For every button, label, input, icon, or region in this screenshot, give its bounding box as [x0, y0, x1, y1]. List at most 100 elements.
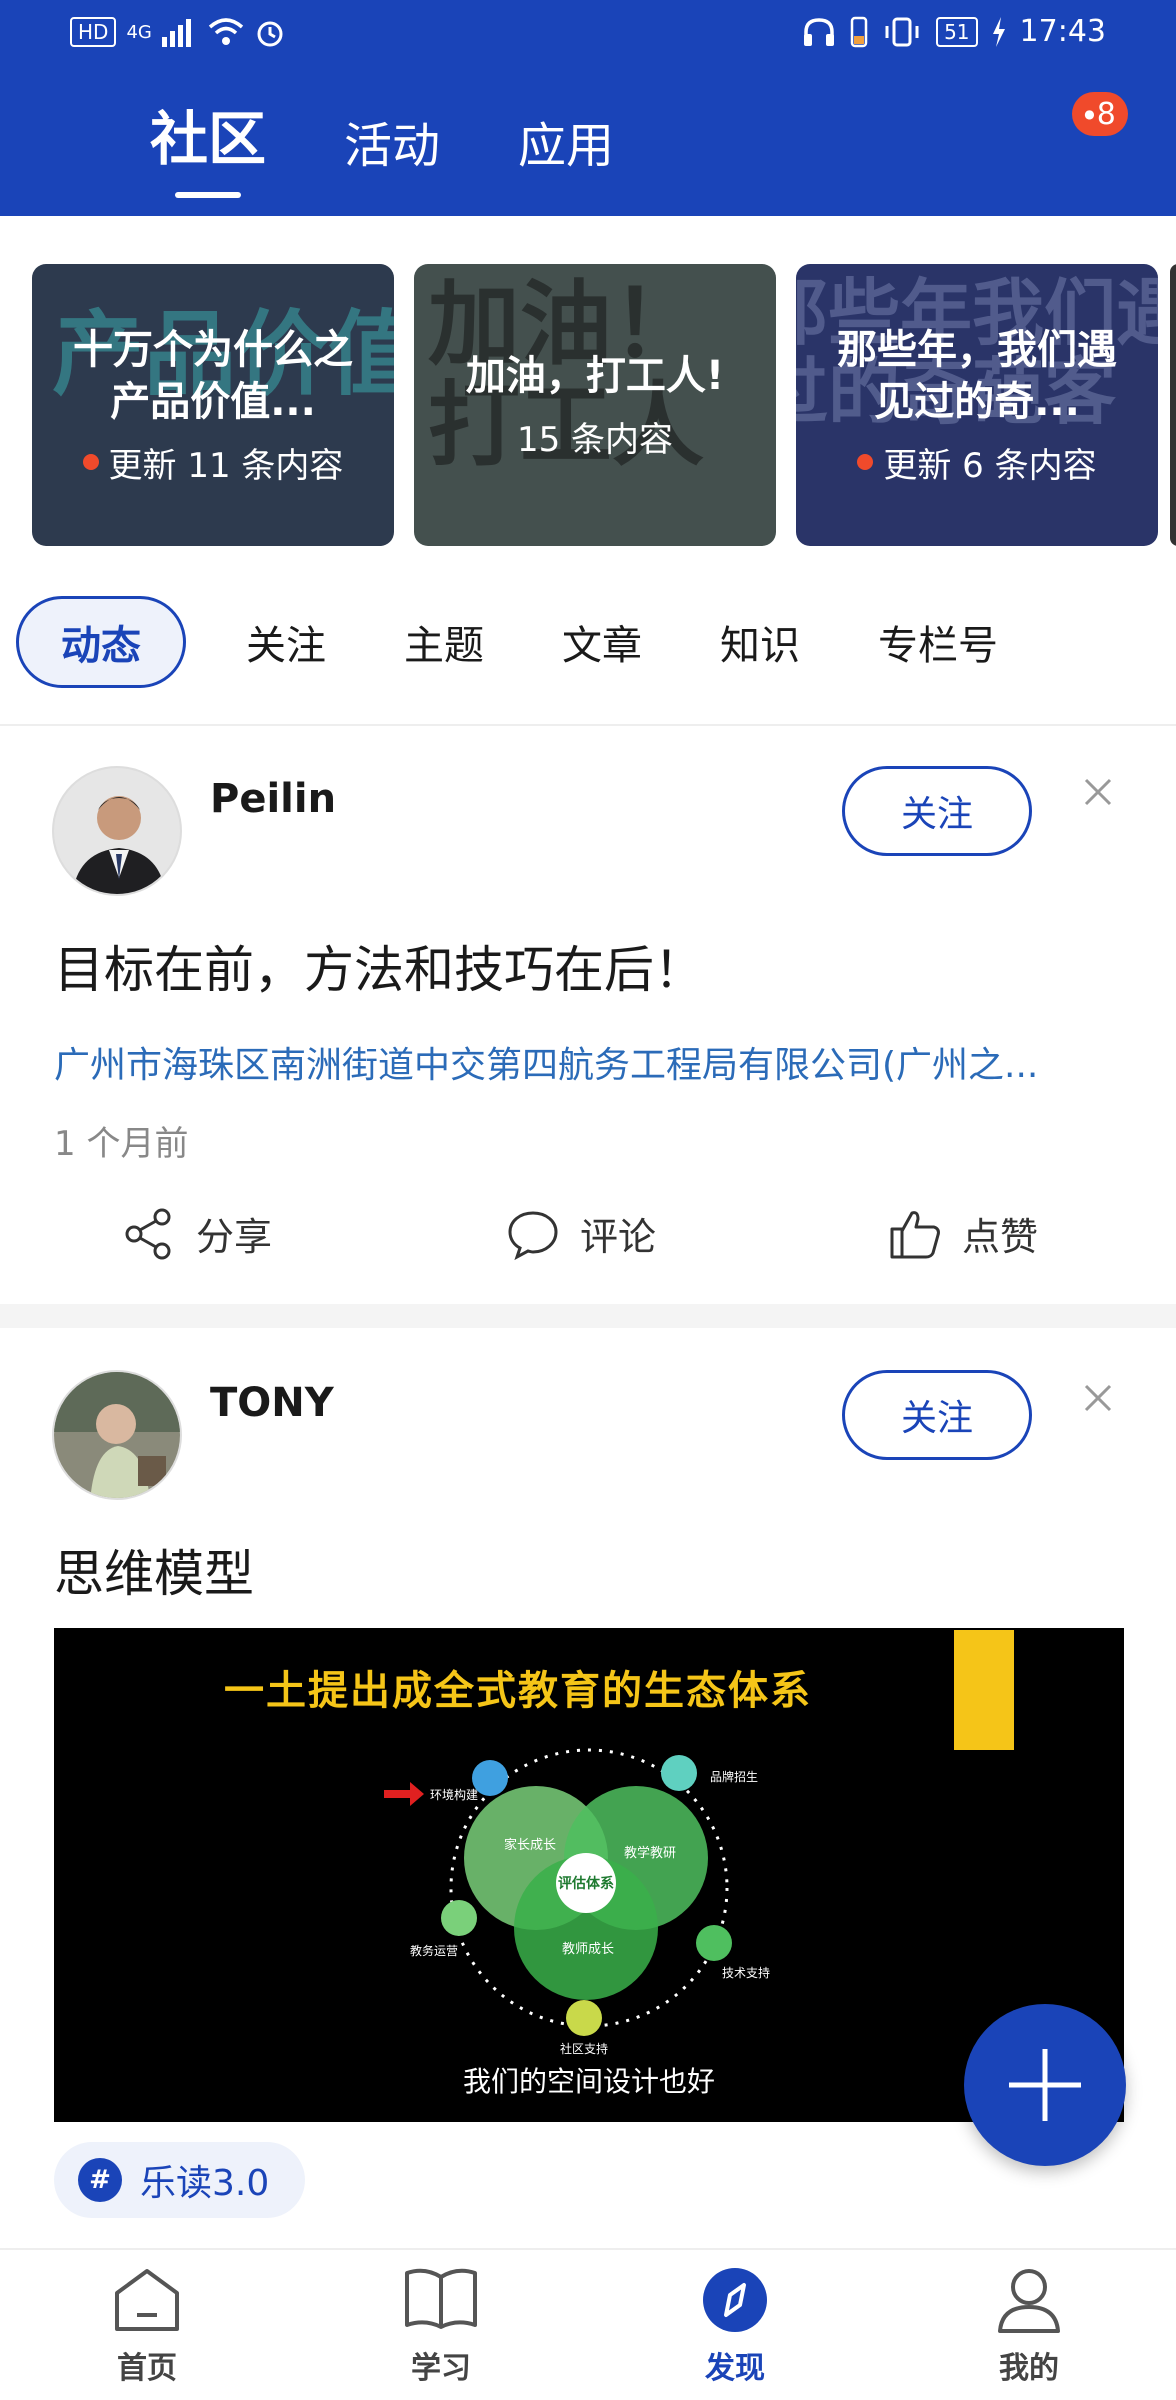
vibrate-icon	[885, 17, 919, 46]
share-label: 分享	[196, 1215, 273, 1259]
username[interactable]: TONY	[210, 1380, 334, 1426]
post-actions: 分享 评论 点赞	[0, 1192, 1176, 1272]
bottom-nav: 首页 学习 发现 我的	[0, 2248, 1176, 2400]
clock: 17:43	[1019, 14, 1106, 49]
card-content: 十万个为什么之产品价值... 更新 11 条内容	[32, 264, 394, 546]
bell-icon: ●	[1084, 107, 1095, 121]
post-timestamp: 1 个月前	[54, 1124, 189, 1164]
filter-columns[interactable]: 专栏号	[878, 613, 998, 671]
status-bar: HD 4G 51 17:43	[0, 0, 1176, 72]
post-text: 思维模型	[54, 1545, 254, 1603]
comment-icon	[508, 1210, 558, 1260]
card-subtitle: 15 条内容	[517, 412, 673, 461]
thumbs-up-icon	[890, 1210, 940, 1258]
share-icon	[125, 1208, 171, 1259]
alarm-icon	[257, 21, 283, 47]
next-card-edge[interactable]	[1170, 264, 1176, 546]
hashtag-icon: #	[78, 2158, 122, 2202]
create-post-button[interactable]	[964, 2004, 1126, 2166]
card-title: 十万个为什么之产品价值...	[73, 326, 353, 425]
nav-discover[interactable]: 发现	[588, 2250, 882, 2400]
topic-card[interactable]: 加油！打工人 加油，打工人! 15 条内容	[414, 264, 776, 546]
wifi-icon	[208, 18, 244, 45]
post-separator	[0, 1304, 1176, 1328]
post-location[interactable]: 广州市海珠区南洲街道中交第四航务工程局有限公司(广州之...	[54, 1036, 1114, 1088]
post-image[interactable]: 一土提出成全式教育的生态体系 评估体系 家长成长 教学教研 教师成长 环境构建 …	[54, 1628, 1124, 2122]
compass-icon	[703, 2268, 767, 2332]
nav-learn-label: 学习	[411, 2351, 471, 2386]
diagram-label-tech: 技术支持	[722, 1966, 771, 1980]
card-title: 那些年，我们遇见过的奇...	[837, 326, 1117, 425]
comment-label: 评论	[580, 1215, 657, 1259]
filter-feed[interactable]: 动态	[16, 596, 186, 688]
filter-following[interactable]: 关注	[246, 613, 326, 671]
card-content: 加油，打工人! 15 条内容	[414, 264, 776, 546]
charging-icon	[992, 16, 1005, 47]
network-type: 4G	[126, 21, 152, 43]
headphones-icon	[804, 17, 835, 46]
signal-icon	[161, 19, 191, 47]
card-subtitle-text: 更新 11 条内容	[108, 445, 344, 486]
topic-card[interactable]: 那些年我们遇见过的奇葩客 那些年，我们遇见过的奇... 更新 6 条内容	[796, 264, 1158, 546]
diagram-label-teaching: 教学教研	[624, 1846, 677, 1861]
filter-topics[interactable]: 主题	[404, 613, 484, 671]
follow-button[interactable]: 关注	[842, 1370, 1032, 1460]
update-dot	[857, 454, 874, 470]
close-icon[interactable]	[1082, 1382, 1114, 1414]
feed-filter-tabs: 动态 关注 主题 文章 知识 专栏号	[16, 596, 1076, 688]
nav-home[interactable]: 首页	[0, 2250, 294, 2400]
phone-battery-icon	[850, 16, 868, 47]
follow-button[interactable]: 关注	[842, 766, 1032, 856]
share-button[interactable]: 分享	[122, 1206, 272, 1261]
nav-profile-label: 我的	[999, 2351, 1059, 2386]
diagram-label-brand: 品牌招生	[710, 1770, 759, 1784]
avatar[interactable]	[52, 766, 182, 896]
filter-knowledge[interactable]: 知识	[720, 613, 800, 671]
close-icon[interactable]	[1082, 776, 1114, 808]
avatar-image	[54, 768, 180, 894]
card-subtitle-text: 更新 6 条内容	[883, 445, 1097, 486]
like-label: 点赞	[962, 1215, 1039, 1259]
nav-profile[interactable]: 我的	[882, 2250, 1176, 2400]
tab-activities[interactable]: 活动	[344, 106, 440, 192]
home-icon	[115, 2269, 179, 2331]
status-right: 51 17:43	[802, 14, 1106, 49]
card-subtitle: 更新 11 条内容	[82, 438, 344, 487]
card-title: 加油，打工人!	[465, 352, 725, 399]
filter-articles[interactable]: 文章	[562, 613, 642, 671]
update-dot	[82, 454, 99, 470]
avatar-image	[54, 1372, 180, 1498]
book-icon	[405, 2268, 477, 2329]
diagram-label-center: 评估体系	[558, 1876, 614, 1892]
diagram-label-operations: 教务运营	[410, 1944, 459, 1958]
topic-tag-label: 乐读3.0	[140, 2163, 270, 2204]
tab-apps[interactable]: 应用	[518, 106, 614, 192]
nav-learn[interactable]: 学习	[294, 2250, 588, 2400]
battery-level: 51	[936, 16, 978, 47]
card-content: 那些年，我们遇见过的奇... 更新 6 条内容	[796, 264, 1158, 546]
notification-badge[interactable]: ● 8	[1072, 92, 1128, 136]
status-left: HD 4G	[70, 16, 286, 48]
app-header: HD 4G 51 17:43 社区 活动 应用 ● 8	[0, 0, 1176, 216]
diagram-label-environment: 环境构建	[430, 1788, 479, 1802]
comment-button[interactable]: 评论	[506, 1206, 656, 1261]
username[interactable]: Peilin	[210, 776, 336, 822]
avatar[interactable]	[52, 1370, 182, 1500]
card-subtitle: 更新 6 条内容	[857, 438, 1097, 487]
user-icon	[998, 2269, 1060, 2333]
topic-carousel: 产品价值塑造 十万个为什么之产品价值... 更新 11 条内容 加油！打工人 加…	[32, 264, 1158, 546]
diagram-label-teacher: 教师成长	[562, 1942, 615, 1957]
diagram-label-community: 社区支持	[560, 2042, 609, 2056]
divider	[0, 724, 1176, 726]
topic-tag[interactable]: # 乐读3.0	[54, 2142, 306, 2218]
plus-icon	[1009, 2049, 1081, 2121]
tab-community[interactable]: 社区	[150, 92, 266, 198]
top-tabs: 社区 活动 应用	[150, 92, 692, 198]
post-text: 目标在前，方法和技巧在后！	[54, 941, 704, 999]
hd-indicator: HD	[70, 17, 117, 47]
topic-card[interactable]: 产品价值塑造 十万个为什么之产品价值... 更新 11 条内容	[32, 264, 394, 546]
nav-discover-label: 发现	[705, 2351, 765, 2386]
notification-count: 8	[1096, 96, 1116, 132]
like-button[interactable]: 点赞	[888, 1206, 1038, 1261]
card-subtitle-text: 15 条内容	[516, 419, 674, 460]
